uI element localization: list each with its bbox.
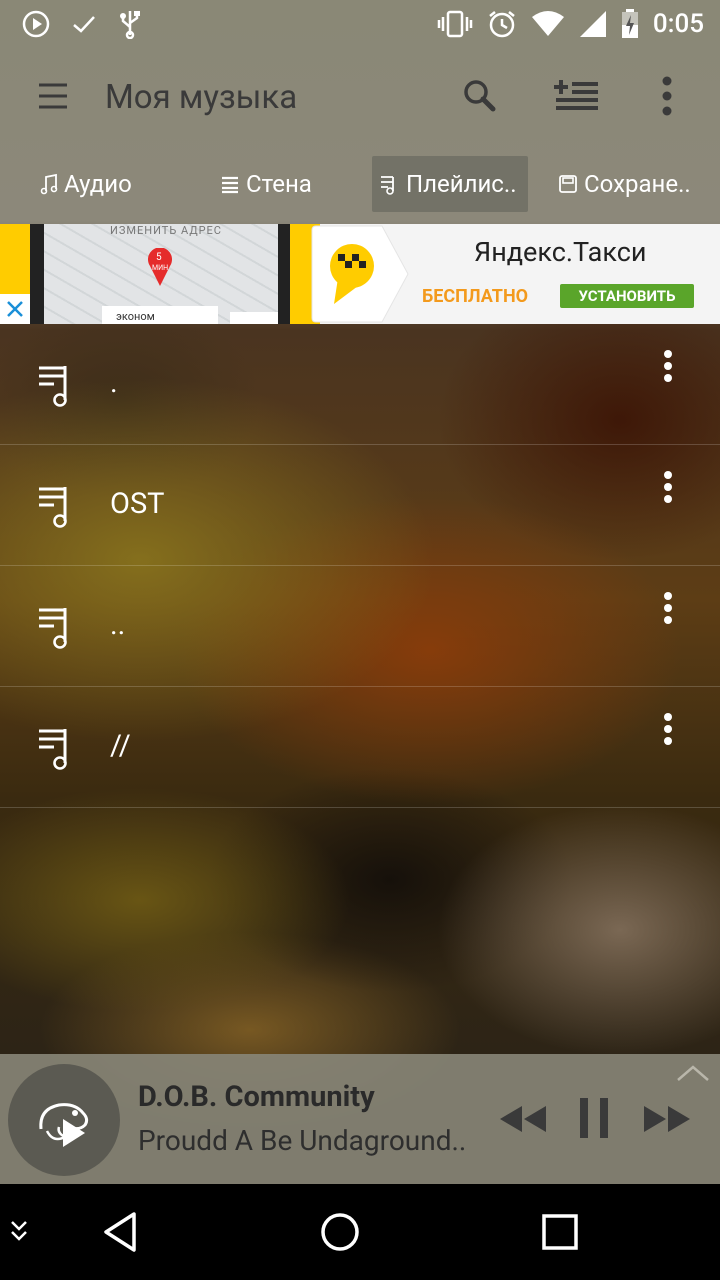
search-icon	[464, 80, 496, 112]
navigation-bar	[0, 1184, 720, 1280]
chameleon-logo-icon	[39, 1103, 89, 1147]
list-item[interactable]: .	[0, 324, 720, 445]
ad-map-marker-unit: МИН	[152, 264, 169, 272]
tab-wall[interactable]: Стена	[212, 156, 320, 212]
rewind-icon[interactable]	[498, 1104, 548, 1134]
ad-map-card: эконом	[102, 306, 218, 324]
dot	[664, 483, 672, 491]
home-icon[interactable]	[318, 1210, 362, 1254]
tab-audio[interactable]: Аудио	[32, 156, 140, 212]
dot	[664, 616, 672, 624]
album-art-play-button[interactable]	[8, 1064, 120, 1176]
dot	[664, 495, 672, 503]
dot	[664, 713, 672, 721]
more-vert-icon	[662, 76, 672, 116]
mini-player[interactable]: D.O.B. Community Proudd A Be Undaground.…	[0, 1054, 720, 1184]
ad-close-button[interactable]	[0, 294, 30, 324]
ad-price: БЕСПЛАТНО	[422, 286, 529, 307]
tab-label: Плейлис..	[406, 170, 517, 198]
playlist-title: ..	[110, 608, 126, 642]
item-menu-button[interactable]	[656, 467, 680, 507]
check-icon	[73, 16, 95, 33]
search-button[interactable]	[460, 76, 500, 116]
ad-banner[interactable]: ИЗМЕНИТЬ АДРЕС 5 МИН эконом Яндекс.Такси…	[0, 224, 720, 324]
tab-label: Стена	[246, 170, 312, 198]
pause-icon[interactable]	[580, 1098, 610, 1138]
playlist-icon	[381, 176, 394, 195]
playlist-icon	[39, 366, 67, 407]
ad-map: ИЗМЕНИТЬ АДРЕС 5 МИН эконом	[44, 224, 278, 324]
tab-label: Аудио	[64, 170, 132, 198]
dot	[664, 737, 672, 745]
ad-map-card-right	[230, 312, 278, 324]
tab-label: Сохране..	[584, 170, 691, 198]
wall-icon	[222, 176, 238, 194]
list-item[interactable]: OST	[0, 445, 720, 566]
battery-icon	[621, 9, 638, 38]
signal-icon	[579, 11, 606, 37]
item-menu-button[interactable]	[656, 709, 680, 749]
list-item[interactable]: //	[0, 687, 720, 808]
add-playlist-button[interactable]	[552, 78, 600, 114]
dot	[664, 725, 672, 733]
chevron-double-down-icon[interactable]	[8, 1218, 30, 1244]
wifi-icon	[531, 11, 564, 36]
tab-saved[interactable]: Сохране..	[550, 156, 699, 212]
app-bar: Моя музыка	[0, 48, 720, 148]
track-artist: D.O.B. Community	[138, 1080, 375, 1114]
playlist-icon	[39, 487, 67, 528]
playlist-icon	[39, 608, 67, 649]
dot	[664, 592, 672, 600]
save-icon	[559, 175, 577, 193]
dot	[664, 604, 672, 612]
item-menu-button[interactable]	[656, 588, 680, 628]
item-menu-button[interactable]	[656, 346, 680, 386]
menu-button[interactable]	[30, 74, 76, 120]
dot	[664, 362, 672, 370]
usb-icon	[120, 11, 140, 39]
recents-icon[interactable]	[540, 1212, 580, 1252]
playlist-title: OST	[110, 487, 165, 521]
menu-icon	[39, 83, 67, 109]
add-playlist-icon	[554, 80, 598, 110]
ad-map-label: ИЗМЕНИТЬ АДРЕС	[110, 224, 222, 237]
playlist-title: .	[110, 366, 118, 400]
tab-playlists[interactable]: Плейлис..	[372, 156, 528, 212]
page-title: Моя музыка	[105, 78, 298, 117]
back-icon[interactable]	[100, 1210, 140, 1254]
dot	[664, 374, 672, 382]
dot	[664, 471, 672, 479]
play-circle-icon	[22, 10, 50, 38]
dot	[664, 350, 672, 358]
vibrate-icon	[437, 10, 473, 38]
ad-title: Яндекс.Такси	[474, 236, 647, 268]
track-title: Proudd A Be Undaground..	[138, 1124, 467, 1157]
clock: 0:05	[652, 9, 704, 39]
yandex-taxi-logo-icon	[311, 225, 409, 323]
alarm-icon	[489, 11, 515, 38]
playlist-icon	[39, 729, 67, 770]
music-note-icon	[40, 173, 58, 195]
close-icon	[7, 301, 23, 317]
playlist-title: //	[110, 729, 131, 763]
status-bar: 0:05	[0, 0, 720, 48]
list-item[interactable]: ..	[0, 566, 720, 687]
ad-install-button[interactable]: УСТАНОВИТЬ	[560, 284, 694, 308]
tab-bar: Аудио Стена Плейлис.. Сохране..	[0, 150, 720, 222]
fast-forward-icon[interactable]	[642, 1104, 692, 1134]
chevron-up-icon[interactable]	[676, 1064, 710, 1084]
ad-map-marker: 5	[156, 252, 162, 263]
more-options-button[interactable]	[654, 74, 680, 118]
